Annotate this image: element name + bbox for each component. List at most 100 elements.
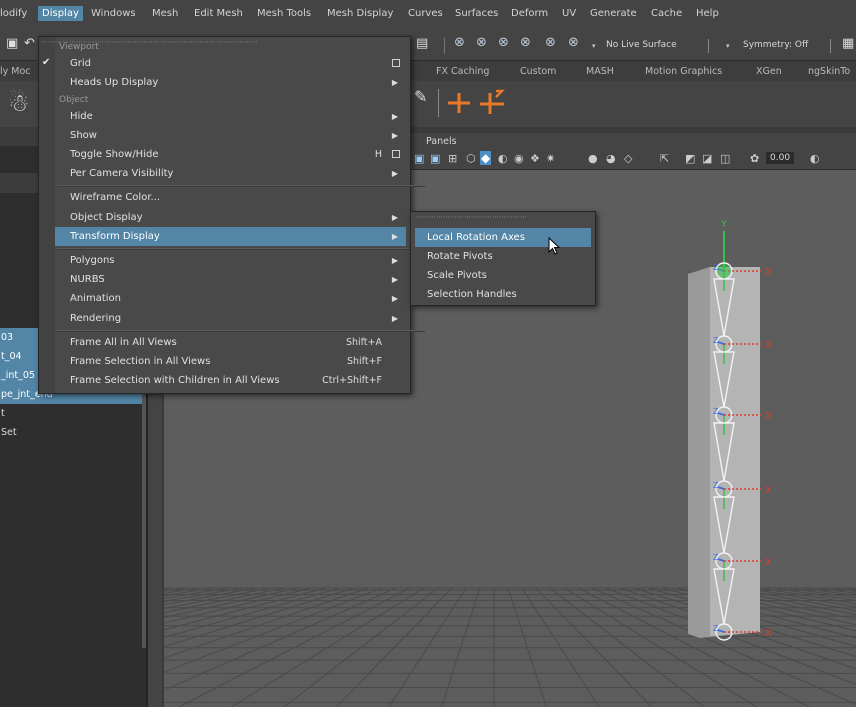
menu-item-frame-all[interactable]: Frame All in All Views Shift+A xyxy=(55,333,406,352)
shelf-tab-fx-caching[interactable]: FX Caching xyxy=(436,66,489,77)
svg-text:Y: Y xyxy=(720,220,727,230)
exposure-icon[interactable]: ✿ xyxy=(750,152,759,165)
lighting-icon[interactable]: ✷ xyxy=(546,152,555,165)
viewport-menu-panels[interactable]: Panels xyxy=(426,136,457,147)
snap-live-icon[interactable]: ⊗ xyxy=(568,35,579,50)
menu-item-object-display[interactable]: Object Display ▶ xyxy=(55,208,406,227)
shelf-tab-poly-modeling[interactable]: ly Moc xyxy=(0,66,31,77)
menu-item-grid[interactable]: Grid xyxy=(55,54,406,73)
textured-icon[interactable]: ❖ xyxy=(530,152,540,165)
toolbar-more-icon[interactable]: ▦ xyxy=(842,36,854,51)
submenu-item-selection-handles[interactable]: Selection Handles xyxy=(415,285,591,304)
menu-surfaces[interactable]: Surfaces xyxy=(455,8,498,19)
snap-point-icon[interactable]: ⊗ xyxy=(498,35,509,50)
menu-item-frame-selection-children[interactable]: Frame Selection with Children in All Vie… xyxy=(55,371,406,390)
menu-uv[interactable]: UV xyxy=(562,8,576,19)
shaded-wire-icon[interactable]: ◐ xyxy=(498,152,508,165)
gamma-icon[interactable]: ◐ xyxy=(810,152,820,165)
undo-icon[interactable]: ↶ xyxy=(24,36,35,51)
ambient-occlusion-icon[interactable]: ◕ xyxy=(606,152,616,165)
menu-generate[interactable]: Generate xyxy=(590,8,637,19)
menu-cache[interactable]: Cache xyxy=(651,8,682,19)
submenu-arrow-icon: ▶ xyxy=(391,78,398,87)
submenu-arrow-icon: ▶ xyxy=(391,232,398,241)
outliner-item[interactable]: t xyxy=(0,404,146,423)
menu-deform[interactable]: Deform xyxy=(511,8,548,19)
submenu-arrow-icon: ▶ xyxy=(391,294,398,303)
xray-active-icon[interactable]: ◫ xyxy=(720,152,730,165)
svg-text:X: X xyxy=(765,267,772,278)
menu-item-transform-display[interactable]: Transform Display ▶ xyxy=(55,227,406,246)
grid-toggle-icon[interactable]: ⊞ xyxy=(448,152,457,165)
snap-curve-icon[interactable]: ⊗ xyxy=(476,35,487,50)
shadows-icon[interactable]: ● xyxy=(588,152,598,165)
select-camera-icon[interactable]: ▣ xyxy=(414,152,424,165)
save-scene-icon[interactable]: ▣ xyxy=(6,36,18,51)
film-gate-icon[interactable]: ▣ xyxy=(430,152,440,165)
menu-item-per-camera-visibility[interactable]: Per Camera Visibility ▶ xyxy=(55,164,406,183)
snap-grid-icon[interactable]: ⊗ xyxy=(454,35,465,50)
menu-item-show[interactable]: Show ▶ xyxy=(55,126,406,145)
menu-item-label: Rendering xyxy=(70,313,122,324)
symmetry-dropdown-icon[interactable]: ▾ xyxy=(726,42,730,50)
shelf-tab-custom[interactable]: Custom xyxy=(520,66,556,77)
menu-item-label: NURBS xyxy=(70,274,105,285)
symmetry-field[interactable]: Symmetry: Off xyxy=(743,40,808,50)
submenu-item-rotate-pivots[interactable]: Rotate Pivots xyxy=(415,247,591,266)
toolbar-divider xyxy=(830,39,831,53)
insert-joint-icon[interactable] xyxy=(478,87,506,115)
shelf-tab-xgen[interactable]: XGen xyxy=(756,66,782,77)
menu-item-polygons[interactable]: Polygons ▶ xyxy=(55,251,406,270)
wireframe-icon[interactable]: ⬡ xyxy=(466,152,476,165)
shelf-tab-motion-graphics[interactable]: Motion Graphics xyxy=(645,66,722,77)
paint-weights-icon[interactable]: ✎ xyxy=(414,87,427,106)
create-joint-icon[interactable] xyxy=(446,91,472,115)
menu-modify[interactable]: lodify xyxy=(0,8,27,19)
tearoff-handle[interactable]: ⋯⋯⋯⋯⋯⋯⋯⋯⋯⋯⋯⋯⋯⋯⋯⋯ xyxy=(415,213,527,221)
menu-item-heads-up-display[interactable]: Heads Up Display ▶ xyxy=(55,73,406,92)
menu-item-shortcut: H xyxy=(374,149,382,160)
menu-item-nurbs[interactable]: NURBS ▶ xyxy=(55,270,406,289)
menu-item-rendering[interactable]: Rendering ▶ xyxy=(55,309,406,328)
menu-separator xyxy=(57,330,425,332)
menu-item-animation[interactable]: Animation ▶ xyxy=(55,289,406,308)
exposure-field[interactable]: 0.00 xyxy=(766,152,795,164)
submenu-item-local-rotation-axes[interactable]: Local Rotation Axes xyxy=(415,228,591,247)
option-box-icon[interactable] xyxy=(392,150,400,158)
snap-dropdown-icon[interactable]: ▾ xyxy=(592,42,596,50)
submenu-arrow-icon: ▶ xyxy=(391,112,398,121)
menu-gutter xyxy=(39,37,55,393)
default-material-icon[interactable]: ◉ xyxy=(514,152,524,165)
render-settings-icon[interactable]: ▤ xyxy=(416,36,428,51)
menu-mesh[interactable]: Mesh xyxy=(152,8,178,19)
menu-mesh-tools[interactable]: Mesh Tools xyxy=(257,8,311,19)
live-surface-field[interactable]: No Live Surface xyxy=(606,40,677,50)
isolate-select-icon[interactable]: ⇱ xyxy=(660,152,669,165)
menu-display[interactable]: Display xyxy=(38,6,83,21)
menu-curves[interactable]: Curves xyxy=(408,8,443,19)
smooth-shade-icon[interactable]: ◆ xyxy=(480,151,492,165)
menu-mesh-display[interactable]: Mesh Display xyxy=(327,8,393,19)
menu-edit-mesh[interactable]: Edit Mesh xyxy=(194,8,243,19)
snap-surface-icon[interactable]: ⊗ xyxy=(545,35,556,50)
option-box-icon[interactable] xyxy=(392,59,400,67)
submenu-item-scale-pivots[interactable]: Scale Pivots xyxy=(415,266,591,285)
menu-help[interactable]: Help xyxy=(696,8,719,19)
menu-item-toggle-show-hide[interactable]: Toggle Show/Hide H xyxy=(55,145,406,164)
xray-icon[interactable]: ◩ xyxy=(685,152,695,165)
toolbar-divider xyxy=(708,39,709,53)
column-front-face xyxy=(710,267,760,636)
xray-joints-icon[interactable]: ◪ xyxy=(702,152,712,165)
menu-item-wireframe-color[interactable]: Wireframe Color... xyxy=(55,188,406,207)
menu-item-hide[interactable]: Hide ▶ xyxy=(55,107,406,126)
shelf-tab-ngskintools[interactable]: ngSkinTo xyxy=(808,66,850,77)
humanik-character-icon[interactable]: ☃ xyxy=(8,89,30,117)
motion-blur-icon[interactable]: ◇ xyxy=(624,152,632,165)
snap-view-icon[interactable]: ⊗ xyxy=(520,35,531,50)
outliner-item[interactable]: Set xyxy=(0,423,146,442)
transform-display-submenu: ⋯⋯⋯⋯⋯⋯⋯⋯⋯⋯⋯⋯⋯⋯⋯⋯ Local Rotation Axes Rot… xyxy=(410,211,596,306)
shelf-tab-mash[interactable]: MASH xyxy=(586,66,614,77)
menu-item-frame-selection[interactable]: Frame Selection in All Views Shift+F xyxy=(55,352,406,371)
menu-item-shortcut: Shift+F xyxy=(346,356,382,367)
menu-windows[interactable]: Windows xyxy=(91,8,136,19)
